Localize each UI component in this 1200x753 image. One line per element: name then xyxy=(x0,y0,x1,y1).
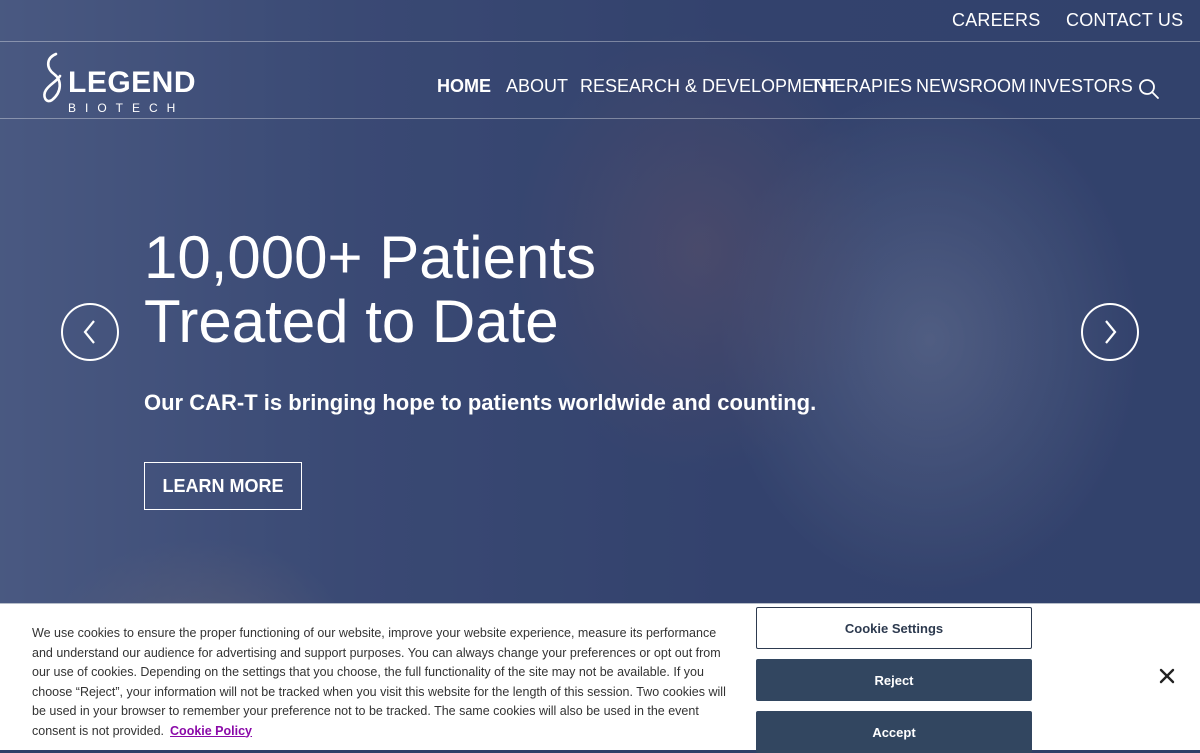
main-navigation: LEGEND BIOTECH HOME ABOUT RESEARCH & DEV… xyxy=(0,42,1200,119)
carousel-prev-button[interactable] xyxy=(61,303,119,361)
search-icon[interactable] xyxy=(1138,78,1160,100)
hero-headline-line-2: Treated to Date xyxy=(144,288,559,355)
nav-item-home[interactable]: HOME xyxy=(437,76,491,97)
cookie-banner-text: We use cookies to ensure the proper func… xyxy=(32,624,732,741)
cookie-settings-button[interactable]: Cookie Settings xyxy=(756,607,1032,649)
careers-link[interactable]: CAREERS xyxy=(952,10,1040,31)
learn-more-button[interactable]: LEARN MORE xyxy=(144,462,302,510)
nav-item-investors[interactable]: INVESTORS xyxy=(1029,76,1133,97)
chevron-right-icon xyxy=(1105,320,1117,344)
reject-cookies-button[interactable]: Reject xyxy=(756,659,1032,701)
hero-subhead: Our CAR-T is bringing hope to patients w… xyxy=(144,390,817,415)
hero-headline-line-1: 10,000+ Patients xyxy=(144,224,597,291)
contact-us-link[interactable]: CONTACT US xyxy=(1066,10,1183,31)
close-icon[interactable] xyxy=(1157,666,1177,686)
hero-headline: 10,000+ Patients Treated to Date xyxy=(144,226,596,354)
chevron-left-icon xyxy=(83,320,95,344)
logo-mark-icon xyxy=(43,52,62,103)
utility-bar: CAREERS CONTACT US xyxy=(0,0,1200,42)
nav-item-therapies[interactable]: THERAPIES xyxy=(810,76,912,97)
accept-cookies-button[interactable]: Accept xyxy=(756,711,1032,753)
nav-item-about[interactable]: ABOUT xyxy=(506,76,568,97)
legend-biotech-logo[interactable]: LEGEND BIOTECH xyxy=(40,48,196,115)
cookie-notice-body: We use cookies to ensure the proper func… xyxy=(32,626,726,738)
nav-item-newsroom[interactable]: NEWSROOM xyxy=(916,76,1026,97)
cookie-banner: We use cookies to ensure the proper func… xyxy=(0,603,1200,753)
logo-subtitle: BIOTECH xyxy=(68,101,185,115)
nav-item-research-development[interactable]: RESEARCH & DEVELOPMENT xyxy=(580,76,838,97)
logo-wordmark: LEGEND xyxy=(68,66,197,99)
carousel-next-button[interactable] xyxy=(1081,303,1139,361)
cookie-policy-link[interactable]: Cookie Policy xyxy=(170,724,252,738)
